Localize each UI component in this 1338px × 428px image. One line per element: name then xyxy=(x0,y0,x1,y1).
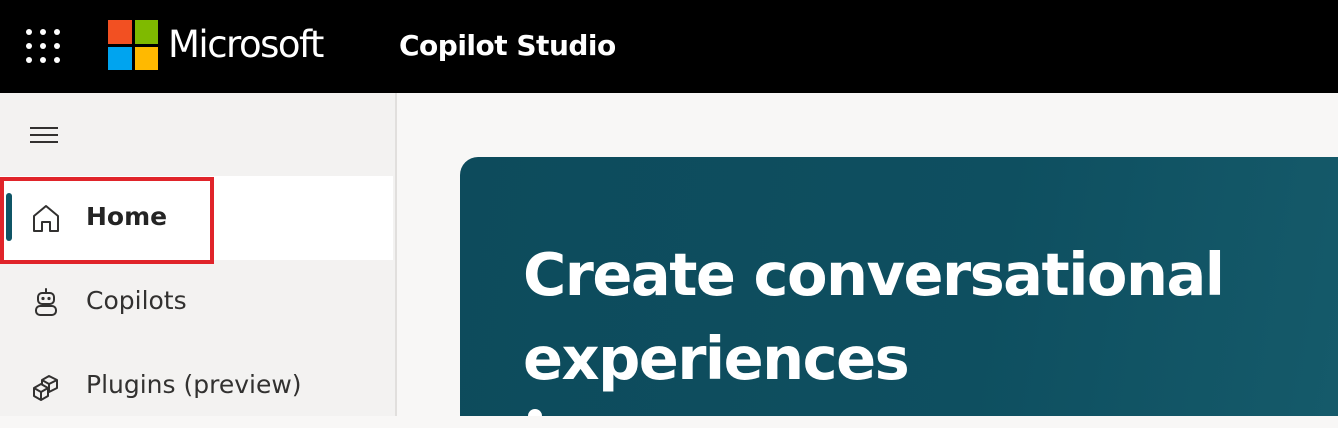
app-title[interactable]: Copilot Studio xyxy=(399,27,616,65)
menu-toggle-icon[interactable] xyxy=(30,126,58,144)
hero-banner: Create conversational experiences xyxy=(460,157,1338,416)
hero-text-fragment xyxy=(528,409,542,416)
cube-icon xyxy=(33,375,58,401)
active-indicator xyxy=(6,193,12,241)
sidebar-item-copilots[interactable]: Copilots xyxy=(0,260,393,344)
sidebar-item-label: Home xyxy=(86,202,168,231)
top-bar: Microsoft Copilot Studio xyxy=(0,0,1338,93)
microsoft-logo-icon xyxy=(108,20,158,70)
sidebar-item-plugins[interactable]: Plugins (preview) xyxy=(0,344,393,428)
brand-name: Microsoft xyxy=(168,23,324,66)
app-launcher-icon[interactable] xyxy=(26,29,60,63)
sidebar-item-home[interactable]: Home xyxy=(0,176,393,260)
home-icon xyxy=(33,205,59,232)
sidebar-item-label: Copilots xyxy=(86,286,187,315)
bot-icon xyxy=(35,288,57,316)
hero-title: Create conversational experiences xyxy=(523,240,1225,393)
sidebar-item-label: Plugins (preview) xyxy=(86,370,302,399)
